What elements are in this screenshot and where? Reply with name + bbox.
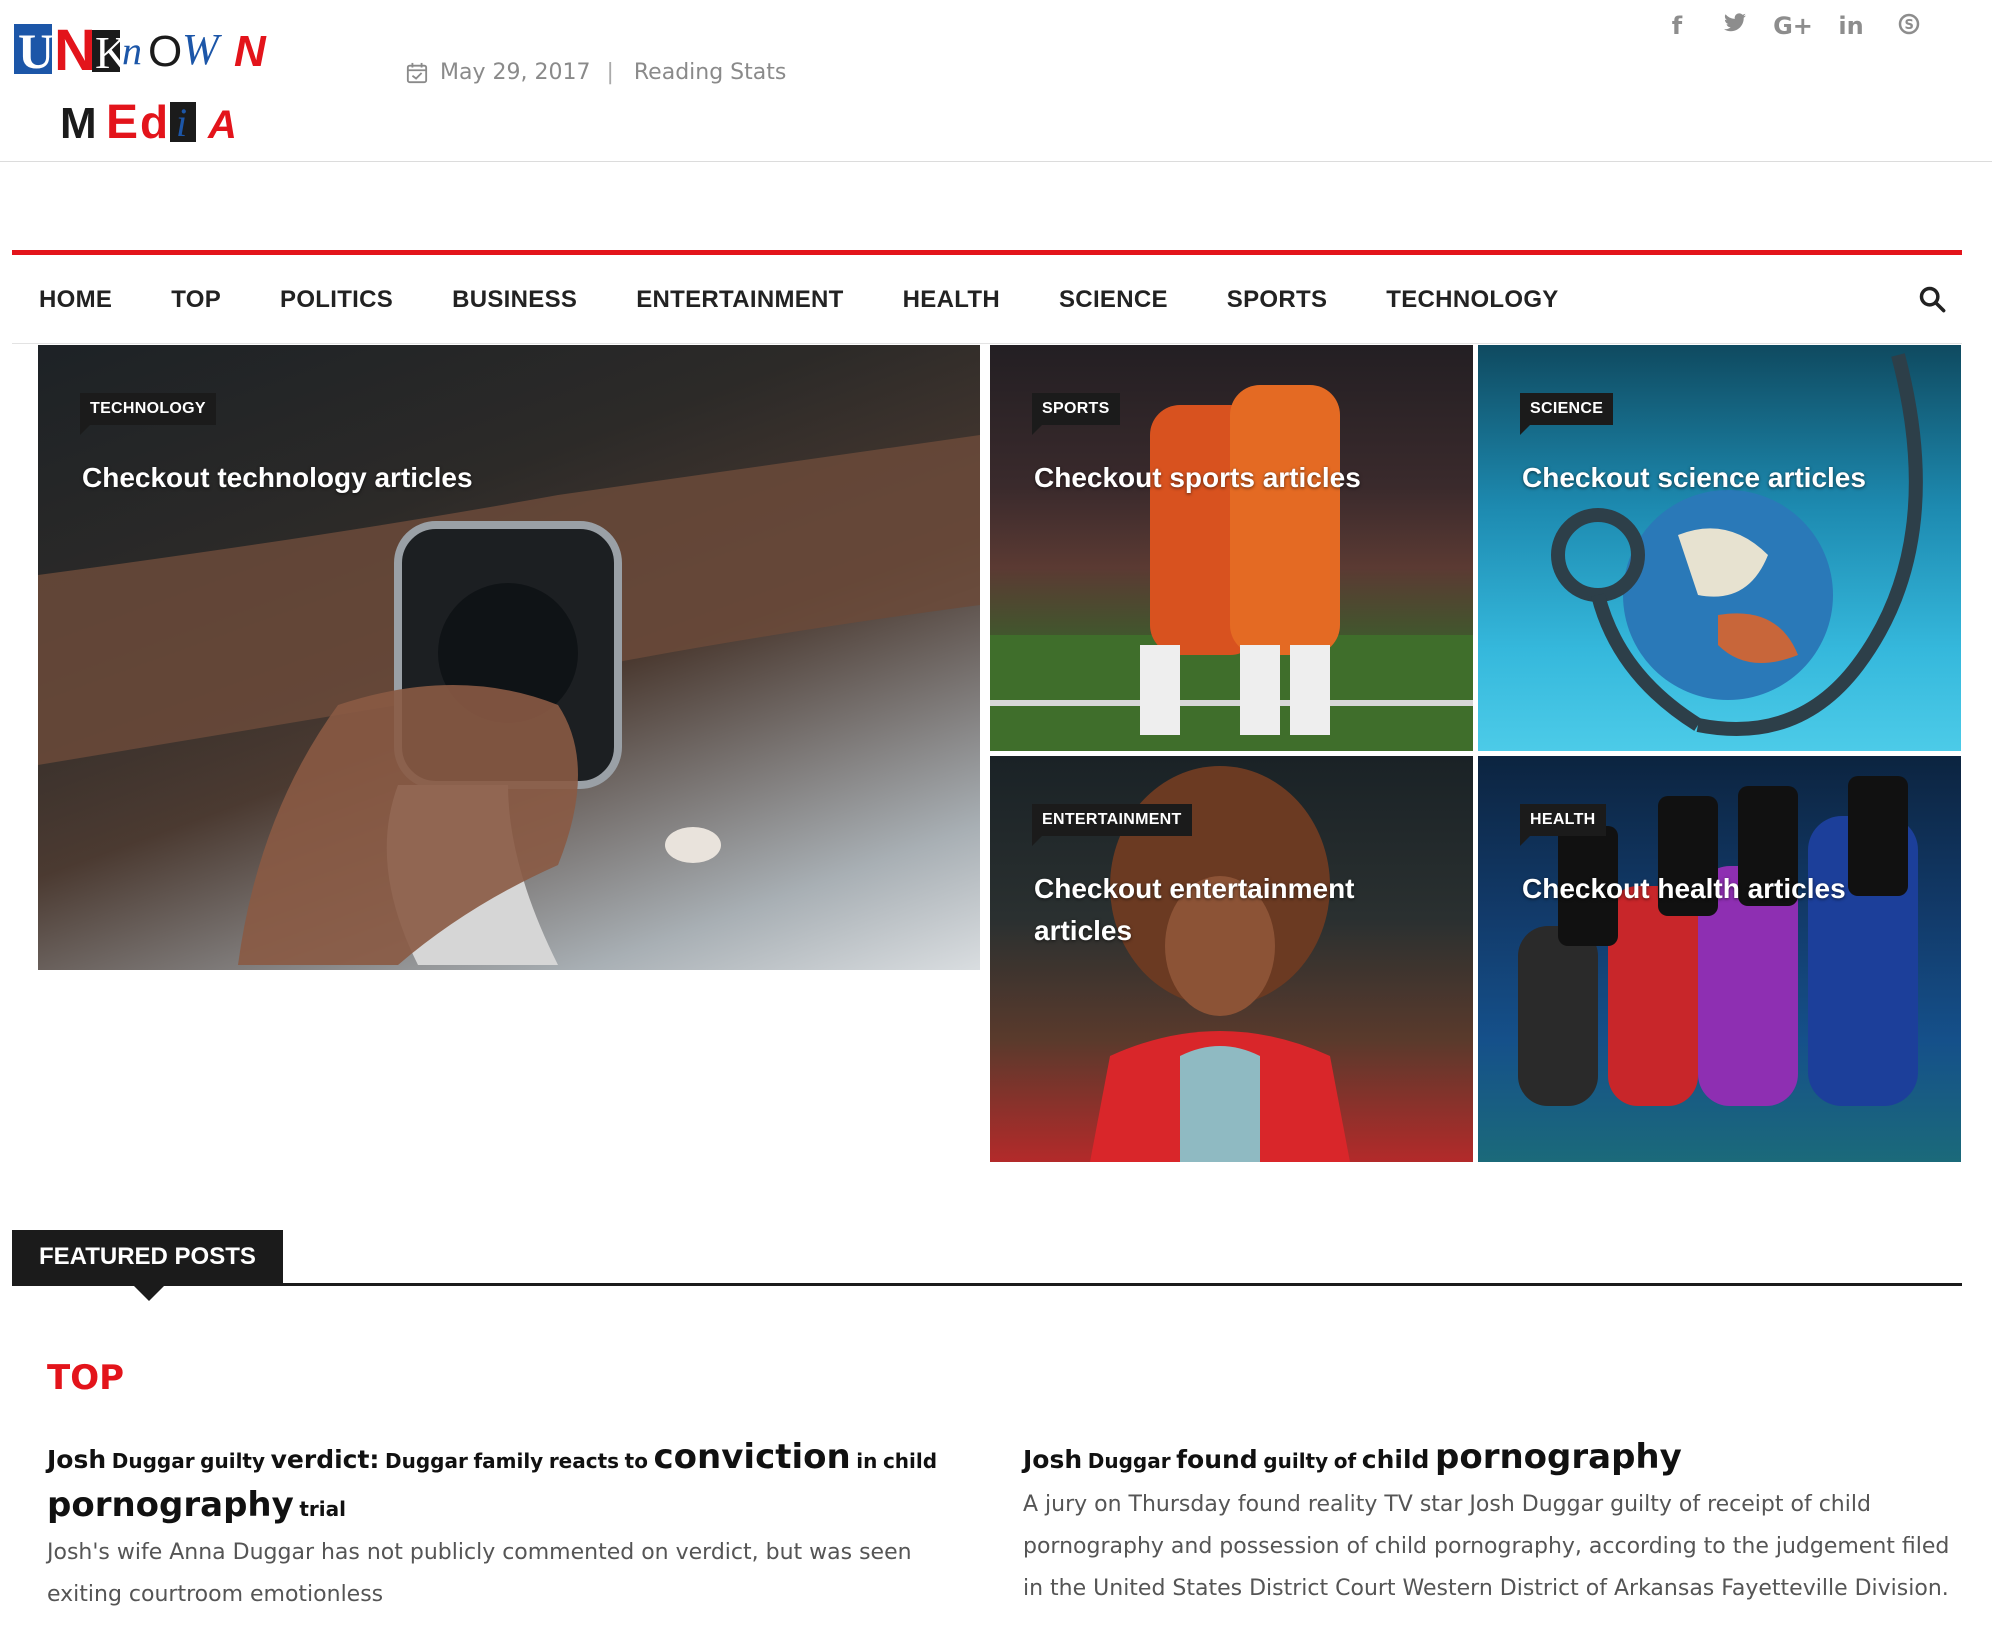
site-header: U N K n O W N M E d i A May 29, 2017 | R… xyxy=(0,0,1992,162)
featured-posts-header: FEATURED POSTS xyxy=(12,1230,1962,1301)
tile-title[interactable]: Checkout science articles xyxy=(1522,457,1942,499)
nav-sports[interactable]: SPORTS xyxy=(1227,286,1327,314)
reading-stats-link[interactable]: Reading Stats xyxy=(634,60,786,85)
tile-badge[interactable]: SCIENCE xyxy=(1520,393,1614,435)
nav-technology[interactable]: TECHNOLOGY xyxy=(1386,286,1558,314)
post-headline[interactable]: Josh Duggar guilty verdict: Duggar famil… xyxy=(47,1436,967,1532)
calendar-icon xyxy=(406,62,428,83)
tile-science[interactable]: SCIENCE Checkout science articles xyxy=(1478,345,1961,751)
tile-badge[interactable]: ENTERTAINMENT xyxy=(1032,804,1192,846)
tile-technology[interactable]: TECHNOLOGY Checkout technology articles xyxy=(38,345,980,970)
logo-image: U N K n O W N M E d i A xyxy=(14,18,267,149)
technology-image xyxy=(38,345,980,970)
svg-text:d: d xyxy=(140,96,168,148)
date-text: May 29, 2017 xyxy=(440,60,591,85)
search-icon[interactable] xyxy=(1918,285,1946,313)
post-headline[interactable]: Josh Duggar found guilty of child pornog… xyxy=(1023,1436,1953,1484)
tile-badge[interactable]: HEALTH xyxy=(1520,804,1606,846)
svg-text:N: N xyxy=(54,18,96,83)
skype-icon[interactable]: S xyxy=(1880,12,1938,42)
svg-text:E: E xyxy=(106,96,138,149)
svg-text:i: i xyxy=(176,100,187,145)
svg-text:A: A xyxy=(207,103,237,147)
linkedin-icon[interactable]: in xyxy=(1822,12,1880,42)
tile-badge[interactable]: SPORTS xyxy=(1032,393,1120,435)
nav-science[interactable]: SCIENCE xyxy=(1059,286,1168,314)
post-excerpt: A jury on Thursday found reality TV star… xyxy=(1023,1492,1950,1601)
google-plus-icon[interactable]: G+ xyxy=(1764,12,1822,42)
tile-title[interactable]: Checkout technology articles xyxy=(82,457,682,499)
nav-politics[interactable]: POLITICS xyxy=(280,286,393,314)
main-navigation: HOME TOP POLITICS BUSINESS ENTERTAINMENT… xyxy=(12,250,1962,344)
tile-entertainment[interactable]: ENTERTAINMENT Checkout entertainment art… xyxy=(990,756,1473,1162)
facebook-icon[interactable]: f xyxy=(1648,12,1706,42)
nav-home[interactable]: HOME xyxy=(39,286,112,314)
nav-top[interactable]: TOP xyxy=(171,286,221,314)
meta-separator: | xyxy=(606,60,614,85)
svg-text:N: N xyxy=(234,27,267,76)
tile-health[interactable]: HEALTH Checkout health articles xyxy=(1478,756,1961,1162)
post-meta: May 29, 2017 | Reading Stats xyxy=(406,60,786,85)
svg-text:n: n xyxy=(122,28,142,73)
tile-sports[interactable]: SPORTS Checkout sports articles xyxy=(990,345,1473,751)
tile-title[interactable]: Checkout health articles xyxy=(1522,868,1942,910)
nav-health[interactable]: HEALTH xyxy=(903,286,1000,314)
section-label-top[interactable]: TOP xyxy=(47,1358,124,1398)
tile-title[interactable]: Checkout sports articles xyxy=(1034,457,1454,499)
post-excerpt: Josh's wife Anna Duggar has not publicly… xyxy=(47,1540,912,1607)
tile-title[interactable]: Checkout entertainment articles xyxy=(1034,868,1414,952)
twitter-icon[interactable] xyxy=(1706,12,1764,42)
site-logo[interactable]: U N K n O W N M E d i A xyxy=(12,6,332,156)
svg-text:O: O xyxy=(148,27,182,76)
featured-posts-tab: FEATURED POSTS xyxy=(12,1230,283,1301)
tile-badge[interactable]: TECHNOLOGY xyxy=(80,393,216,435)
svg-text:W: W xyxy=(182,25,222,74)
nav-business[interactable]: BUSINESS xyxy=(452,286,577,314)
svg-text:M: M xyxy=(60,99,97,148)
featured-post: Josh Duggar guilty verdict: Duggar famil… xyxy=(47,1436,967,1616)
svg-text:U: U xyxy=(18,23,54,79)
nav-entertainment[interactable]: ENTERTAINMENT xyxy=(636,286,843,314)
featured-post: Josh Duggar found guilty of child pornog… xyxy=(1023,1436,1953,1610)
svg-text:S: S xyxy=(1905,18,1914,33)
social-links: f G+ in S xyxy=(1648,12,1938,42)
